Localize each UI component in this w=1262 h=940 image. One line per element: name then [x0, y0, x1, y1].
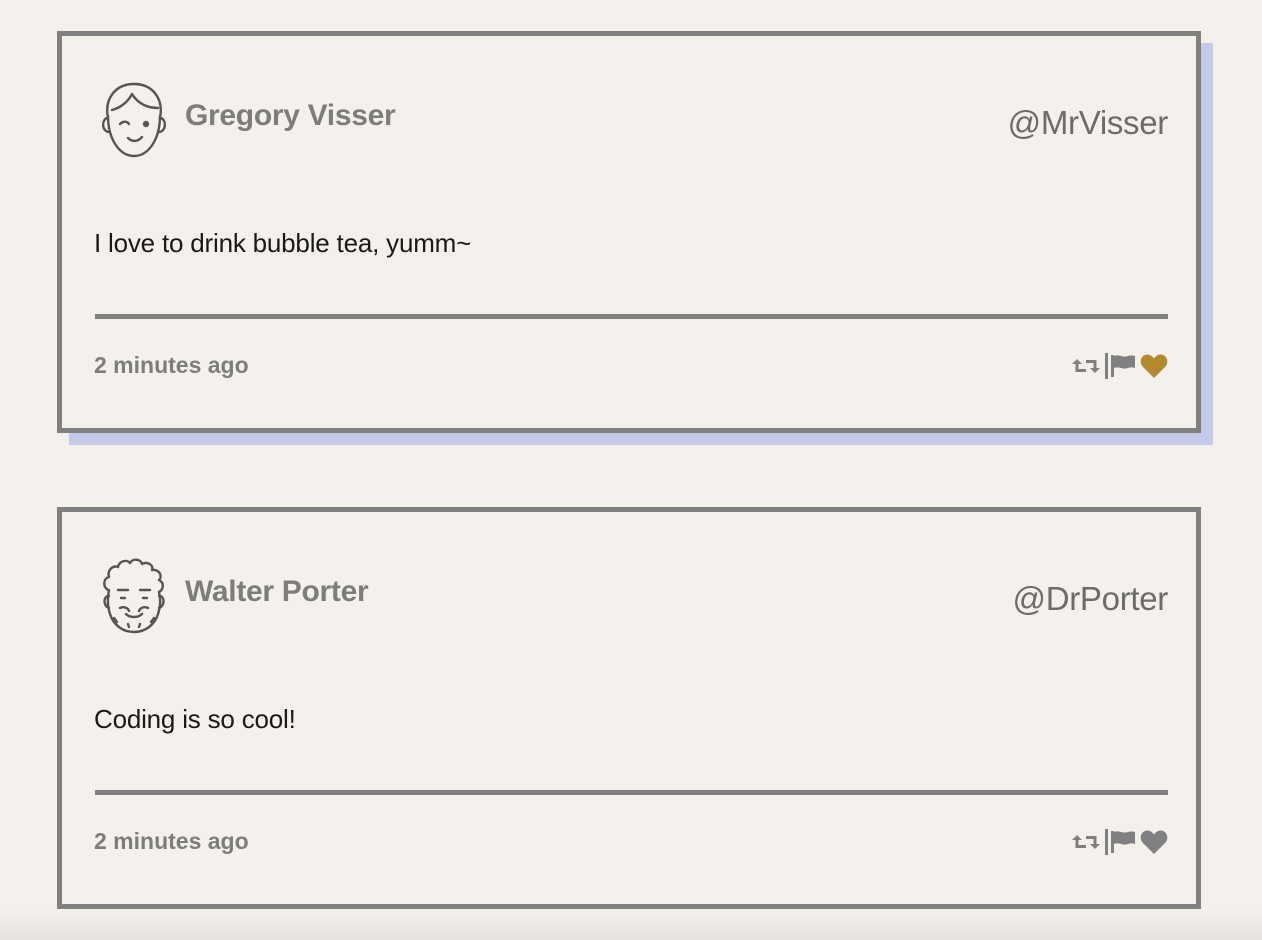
tweet-card[interactable]: Gregory Visser @MrVisser I love to drink…: [57, 31, 1201, 433]
tweet-message: I love to drink bubble tea, yumm~: [94, 228, 472, 258]
tweet-timestamp: 2 minutes ago: [94, 828, 249, 854]
tweet-header: Gregory Visser @MrVisser: [62, 36, 1196, 186]
tweet-actions: [1071, 826, 1168, 858]
tweet-timestamp: 2 minutes ago: [94, 352, 249, 378]
author-name[interactable]: Gregory Visser: [185, 99, 396, 133]
flag-icon[interactable]: [1110, 354, 1136, 378]
winking-boy-face-icon: [98, 80, 170, 160]
retweet-icon[interactable]: [1071, 831, 1101, 853]
tweet-actions: [1071, 350, 1168, 382]
tweet-card[interactable]: Walter Porter @DrPorter Coding is so coo…: [57, 507, 1201, 909]
tweet-header: Walter Porter @DrPorter: [62, 512, 1196, 662]
heart-icon[interactable]: [1140, 829, 1168, 855]
retweet-icon[interactable]: [1071, 355, 1101, 377]
author-handle[interactable]: @MrVisser: [1008, 104, 1169, 142]
curly-hair-bearded-face-icon: [98, 556, 170, 636]
bottom-shadow: [0, 910, 1262, 940]
tweet-message: Coding is so cool!: [94, 704, 296, 734]
author-name[interactable]: Walter Porter: [185, 575, 369, 609]
action-separator: [1105, 353, 1108, 379]
flag-icon[interactable]: [1110, 830, 1136, 854]
heart-icon[interactable]: [1140, 353, 1168, 379]
divider: [95, 790, 1168, 795]
author-handle[interactable]: @DrPorter: [1013, 580, 1169, 618]
action-separator: [1105, 829, 1108, 855]
divider: [95, 314, 1168, 319]
